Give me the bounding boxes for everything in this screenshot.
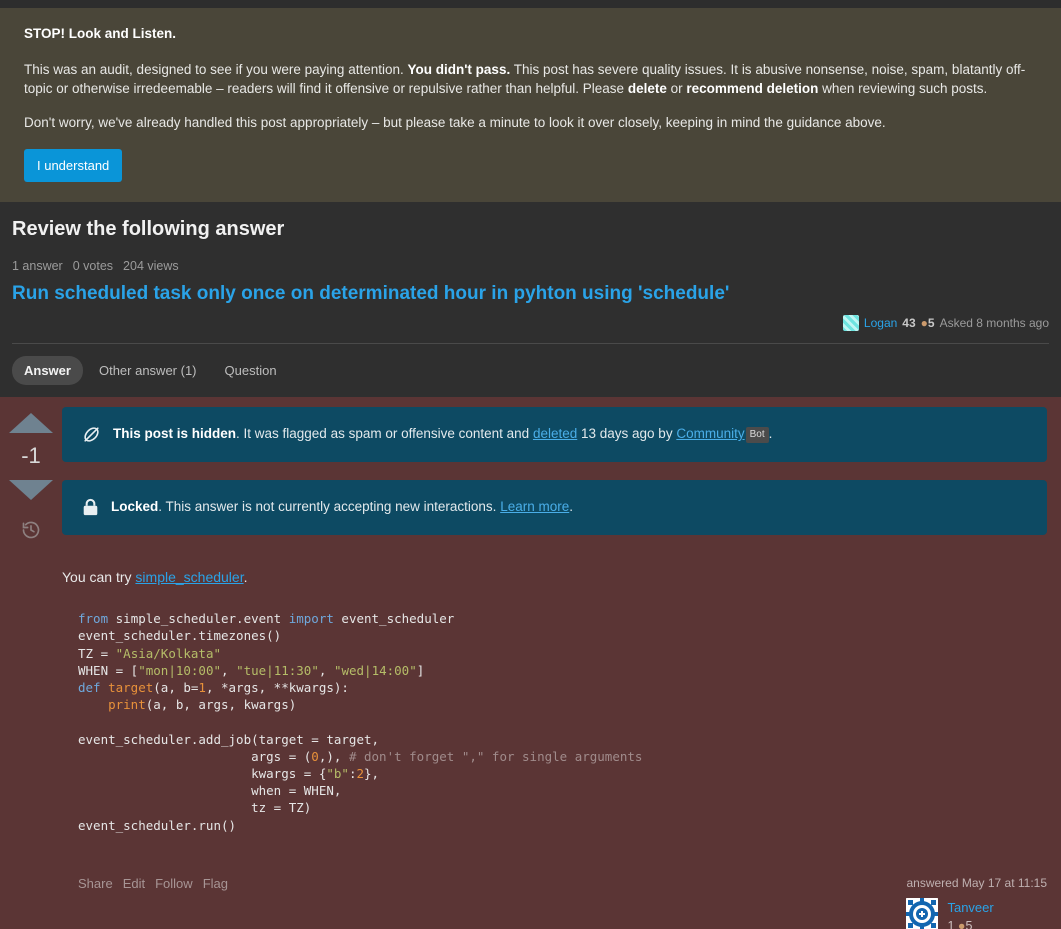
asker-reputation: 43 [902,316,916,331]
audit-paragraph-1: This was an audit, designed to see if yo… [24,60,1037,99]
locked-notice-bold: Locked [111,499,159,515]
page-title: Review the following answer [12,218,285,241]
audit-banner: STOP! Look and Listen. This was an audit… [0,8,1061,203]
post-footer: Share Edit Follow Flag answered May 17 a… [62,834,1047,929]
user-card: Tanveer 1 ●5 [906,897,1047,929]
hidden-post-notice: This post is hidden. It was flagged as s… [62,407,1047,463]
answerer-card: answered May 17 at 11:15 Tanveer 1 ●5 [906,876,1047,929]
review-header: Review the following answer 1 answer 0 vo… [0,202,1061,344]
audit-p1-bold-1: You didn't pass. [407,61,511,77]
tab-answer[interactable]: Answer [12,356,83,386]
audit-paragraph-2: Don't worry, we've already handled this … [24,114,886,130]
hidden-notice-bold: This post is hidden [113,426,237,442]
locked-notice-text: Locked. This answer is not currently acc… [111,498,573,517]
locked-notice-text-b: . [569,499,573,515]
eye-off-icon [82,425,101,444]
share-link[interactable]: Share [78,876,113,891]
answerer-reputation: 1 [947,919,955,929]
community-link[interactable]: Community [676,426,744,441]
bronze-badge-dot-icon: ● [920,316,928,331]
hidden-notice-text-a: . It was flagged as spam or offensive co… [236,426,533,442]
asker-badge-count: 5 [927,316,935,331]
answer-intro-b: . [243,569,248,586]
audit-title: STOP! Look and Listen. [24,26,177,41]
edit-link[interactable]: Edit [123,876,145,891]
post-actions: Share Edit Follow Flag [78,876,228,891]
post-history-icon[interactable] [21,520,41,545]
hidden-notice-text-b: 13 days ago by [577,426,677,442]
asker-name-link[interactable]: Logan [864,316,897,330]
audit-p1-bold-3: recommend deletion [686,81,819,97]
tab-question[interactable]: Question [213,356,289,385]
stat-views: 204 views [123,259,179,274]
answerer-badge-count: 5 [965,919,973,929]
lock-icon [82,498,99,517]
upvote-button[interactable] [9,413,53,434]
locked-post-notice: Locked. This answer is not currently acc… [62,480,1047,536]
asker-info: Logan 43 ●5 Asked 8 months ago [12,315,1049,343]
audit-p1-bold-2: delete [627,81,667,97]
avatar [842,315,859,332]
question-title-link[interactable]: Run scheduled task only once on determin… [12,283,1049,305]
stat-votes: 0 votes [72,259,114,274]
i-understand-button[interactable]: I understand [24,149,123,183]
user-meta: Tanveer 1 ●5 [947,898,993,929]
answerer-name-link[interactable]: Tanveer [947,898,993,918]
post-body: This post is hidden. It was flagged as s… [62,407,1061,929]
answer-post: -1 This post is hidden. It was flagged a… [0,397,1061,929]
audit-p1-text-a: This was an audit, designed to see if yo… [24,61,408,77]
answer-intro-a: You can try [62,569,136,586]
asked-timestamp: Asked 8 months ago [939,316,1049,331]
hidden-notice-text: This post is hidden. It was flagged as s… [113,425,772,444]
post-stats: 1 answer 0 votes 204 views [12,259,1049,273]
locked-notice-text-a: . This answer is not currently accepting… [158,499,501,515]
audit-p1-text-d: when reviewing such posts. [818,81,988,97]
hidden-notice-text-c: . [768,426,773,442]
stat-answers: 1 answer [12,259,63,274]
deleted-link[interactable]: deleted [533,426,577,441]
avatar[interactable] [906,897,939,929]
answerer-reputation-row: 1 ●5 [947,919,972,929]
answered-timestamp: answered May 17 at 11:15 [906,875,1047,890]
flag-link[interactable]: Flag [203,876,228,891]
vote-score: -1 [21,443,41,469]
code-block: from simple_scheduler.event import event… [78,610,1047,834]
top-strip [0,0,1061,8]
tab-bar: Answer Other answer (1) Question [0,344,1061,398]
audit-p1-text-c: or [666,81,687,97]
asker-bronze-badge: ●5 [921,316,935,330]
tab-other-answer[interactable]: Other answer (1) [87,356,209,385]
learn-more-link[interactable]: Learn more [500,499,569,514]
follow-link[interactable]: Follow [155,876,193,891]
simple-scheduler-link[interactable]: simple_scheduler [135,569,243,585]
downvote-button[interactable] [9,480,53,501]
answer-intro-text: You can try simple_scheduler. [62,553,1047,588]
bot-badge: Bot [745,427,769,444]
vote-column: -1 [0,407,62,929]
